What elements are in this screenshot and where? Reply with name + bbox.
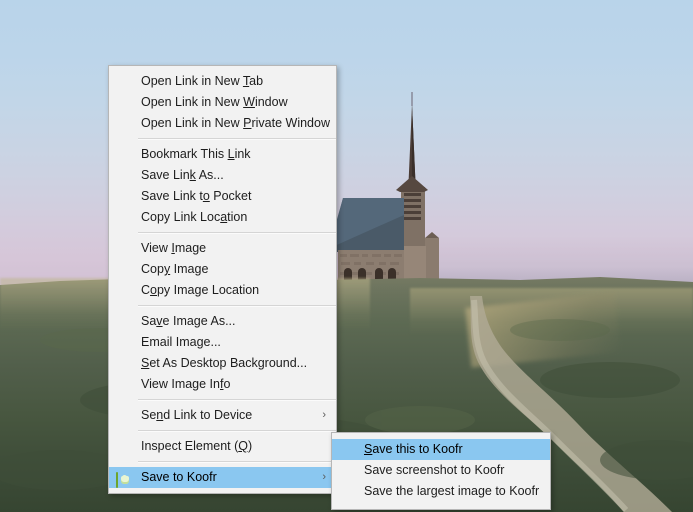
menu-item-label: Open Link in New Private Window: [141, 116, 330, 130]
menu-item-open-link-new-tab[interactable]: Open Link in New Tab: [109, 71, 336, 92]
submenu-item-save-this-to-koofr[interactable]: Save this to Koofr: [332, 439, 550, 460]
menu-item-label: View Image Info: [141, 377, 230, 391]
submenu-item-label: Save the largest image to Koofr: [364, 484, 539, 498]
submenu-item-label: Save screenshot to Koofr: [364, 463, 504, 477]
menu-item-label: Email Image...: [141, 335, 221, 349]
menu-item-label: Save Image As...: [141, 314, 236, 328]
menu-item-view-image[interactable]: View Image: [109, 238, 336, 259]
menu-item-copy-image-location[interactable]: Copy Image Location: [109, 280, 336, 301]
desktop-screen: Open Link in New Tab Open Link in New Wi…: [0, 0, 693, 512]
menu-separator: [138, 232, 336, 234]
menu-item-open-link-new-window[interactable]: Open Link in New Window: [109, 92, 336, 113]
menu-item-label: Copy Link Location: [141, 210, 247, 224]
menu-item-label: Copy Image: [141, 262, 208, 276]
menu-item-bookmark-this-link[interactable]: Bookmark This Link: [109, 144, 336, 165]
menu-separator: [138, 461, 336, 463]
menu-item-label: Open Link in New Tab: [141, 74, 263, 88]
menu-item-save-link-as[interactable]: Save Link As...: [109, 165, 336, 186]
koofr-icon: [116, 470, 132, 486]
menu-item-label: View Image: [141, 241, 206, 255]
koofr-submenu[interactable]: Save this to Koofr Save screenshot to Ko…: [331, 432, 551, 510]
menu-item-label: Open Link in New Window: [141, 95, 288, 109]
menu-separator: [138, 399, 336, 401]
menu-item-save-image-as[interactable]: Save Image As...: [109, 311, 336, 332]
menu-item-save-to-koofr[interactable]: Save to Koofr ›: [109, 467, 336, 488]
menu-item-open-link-private-window[interactable]: Open Link in New Private Window: [109, 113, 336, 134]
menu-item-copy-link-location[interactable]: Copy Link Location: [109, 207, 336, 228]
menu-item-label: Set As Desktop Background...: [141, 356, 307, 370]
menu-separator: [138, 305, 336, 307]
menu-separator: [138, 430, 336, 432]
menu-item-inspect-element[interactable]: Inspect Element (Q): [109, 436, 336, 457]
menu-item-view-image-info[interactable]: View Image Info: [109, 374, 336, 395]
menu-item-label: Save Link to Pocket: [141, 189, 251, 203]
chevron-right-icon: ›: [322, 405, 326, 426]
menu-item-label: Send Link to Device: [141, 408, 252, 422]
menu-item-label: Bookmark This Link: [141, 147, 251, 161]
menu-item-save-link-to-pocket[interactable]: Save Link to Pocket: [109, 186, 336, 207]
context-menu[interactable]: Open Link in New Tab Open Link in New Wi…: [108, 65, 337, 494]
submenu-item-label: Save this to Koofr: [364, 442, 463, 456]
chevron-right-icon: ›: [322, 467, 326, 488]
menu-item-copy-image[interactable]: Copy Image: [109, 259, 336, 280]
menu-item-label: Inspect Element (Q): [141, 439, 252, 453]
menu-item-label: Save to Koofr: [141, 470, 217, 484]
submenu-item-save-largest-image-to-koofr[interactable]: Save the largest image to Koofr: [332, 481, 550, 502]
menu-item-label: Save Link As...: [141, 168, 224, 182]
menu-item-label: Copy Image Location: [141, 283, 259, 297]
submenu-item-save-screenshot-to-koofr[interactable]: Save screenshot to Koofr: [332, 460, 550, 481]
menu-separator: [138, 138, 336, 140]
menu-item-set-as-desktop-background[interactable]: Set As Desktop Background...: [109, 353, 336, 374]
menu-item-email-image[interactable]: Email Image...: [109, 332, 336, 353]
menu-item-send-link-to-device[interactable]: Send Link to Device ›: [109, 405, 336, 426]
